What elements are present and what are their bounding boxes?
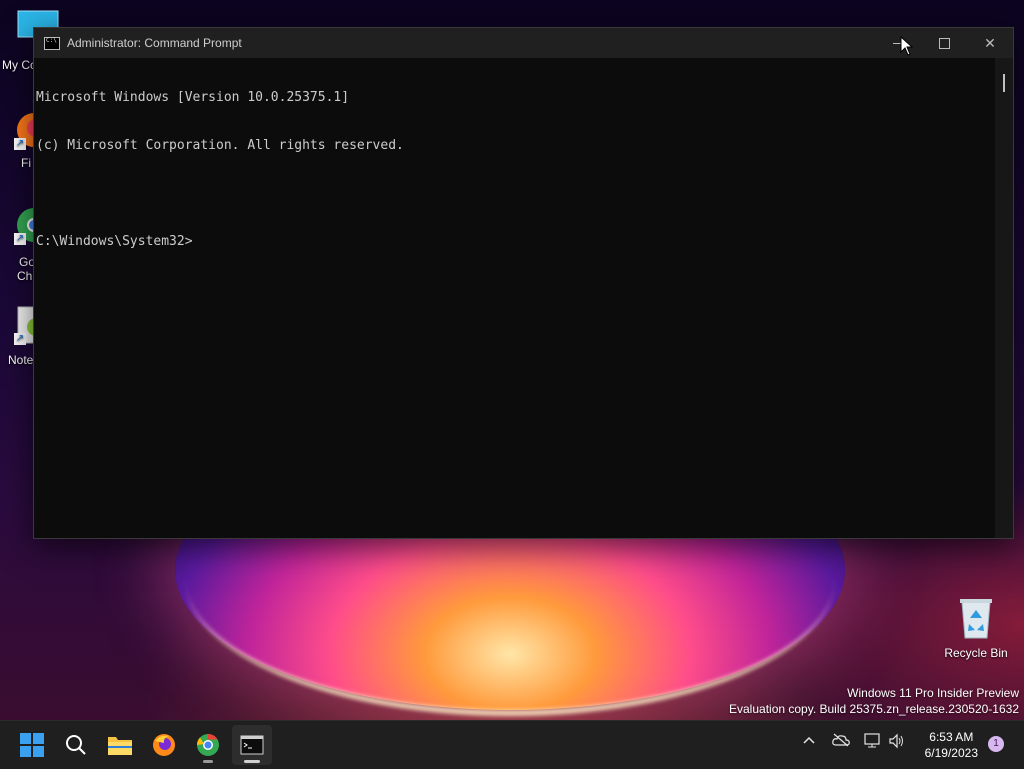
command-prompt-icon (44, 36, 60, 50)
desktop-icon-recycle-bin[interactable]: Recycle Bin (940, 596, 1012, 660)
taskbar-clock[interactable]: 6:53 AM 6/19/2023 (925, 729, 978, 761)
desktop-icon-label: Note (8, 353, 34, 367)
network-tray-button[interactable] (864, 733, 882, 752)
window-title: Administrator: Command Prompt (67, 36, 242, 50)
active-indicator (244, 760, 260, 763)
firefox-taskbar-button[interactable] (144, 725, 184, 765)
desktop-icon-label: Fi (21, 156, 31, 170)
console-output[interactable]: Microsoft Windows [Version 10.0.25375.1]… (34, 58, 995, 538)
chrome-icon (197, 734, 219, 756)
file-explorer-button[interactable] (100, 725, 140, 765)
command-prompt-icon (240, 735, 264, 755)
clock-time: 6:53 AM (929, 730, 974, 744)
onedrive-tray-button[interactable] (832, 733, 850, 750)
firefox-icon (153, 734, 175, 756)
shortcut-arrow-icon: ↗ (14, 333, 26, 345)
start-button[interactable] (12, 725, 52, 765)
close-button[interactable]: ✕ (967, 28, 1013, 58)
chrome-taskbar-button[interactable] (188, 725, 228, 765)
windows-logo-icon (20, 733, 44, 757)
speaker-icon (889, 733, 903, 749)
chevron-up-icon (803, 736, 815, 744)
network-icon (864, 733, 880, 748)
watermark-line2: Evaluation copy. Build 25375.zn_release.… (729, 702, 1019, 716)
console-line: (c) Microsoft Corporation. All rights re… (36, 138, 404, 153)
console-line: Microsoft Windows [Version 10.0.25375.1] (36, 90, 350, 105)
recycle-bin-label: Recycle Bin (944, 646, 1008, 660)
taskbar: 6:53 AM 6/19/2023 1 (0, 720, 1024, 769)
scrollbar-thumb[interactable] (1003, 74, 1005, 92)
minimize-button[interactable] (875, 28, 921, 58)
search-button[interactable] (56, 725, 96, 765)
volume-tray-button[interactable] (888, 733, 906, 752)
folder-icon (108, 737, 132, 755)
console-prompt: C:\Windows\System32> (36, 234, 193, 249)
clock-date: 6/19/2023 (924, 746, 978, 760)
command-prompt-window[interactable]: Administrator: Command Prompt ✕ Microsof… (33, 27, 1014, 539)
recycle-bin-icon (956, 596, 996, 640)
search-icon (66, 735, 86, 755)
maximize-icon (938, 37, 950, 49)
shortcut-arrow-icon: ↗ (14, 233, 26, 245)
watermark-line1: Windows 11 Pro Insider Preview (847, 686, 1019, 700)
running-indicator (203, 760, 213, 763)
cloud-offline-icon (832, 733, 850, 747)
vertical-scrollbar[interactable] (995, 58, 1013, 538)
close-icon: ✕ (984, 34, 996, 51)
command-prompt-taskbar-button[interactable] (232, 725, 272, 765)
window-titlebar[interactable]: Administrator: Command Prompt ✕ (34, 28, 1013, 58)
shortcut-arrow-icon: ↗ (14, 138, 26, 150)
show-hidden-icons-button[interactable] (802, 733, 816, 750)
desktop-icon-label: My Cc (2, 58, 36, 72)
maximize-button[interactable] (921, 28, 967, 58)
windows-watermark: Windows 11 Pro Insider Preview Evaluatio… (729, 685, 1019, 717)
notification-badge[interactable]: 1 (988, 736, 1004, 752)
